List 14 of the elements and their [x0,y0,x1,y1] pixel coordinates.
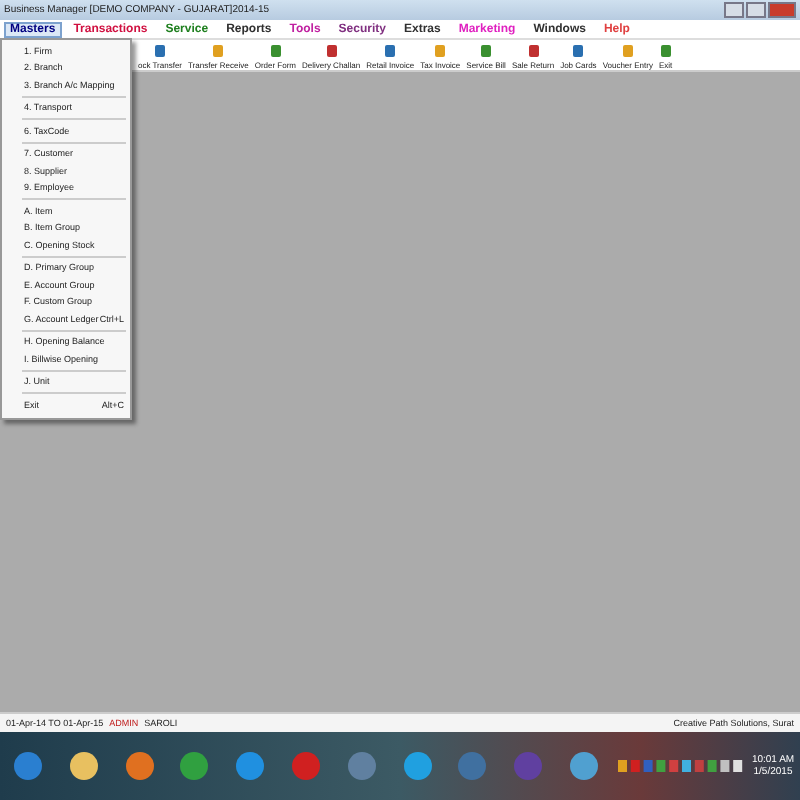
tray-icons-drawing [617,758,746,774]
toolbar-icon [572,44,585,58]
maximize-button[interactable] [746,2,766,18]
toolbar-icon [269,44,282,58]
toolbar-icon [434,44,447,58]
toolbar-icon [527,44,540,58]
minimize-button[interactable] [724,2,744,18]
toolbar-icon [621,44,634,58]
toolbar-icon [384,44,397,58]
toolbar-icon [212,44,225,58]
toolbar-icon [480,44,493,58]
toolbar-icon [659,44,672,58]
toolbar-icon [154,44,166,58]
toolbar-icon [325,44,338,58]
